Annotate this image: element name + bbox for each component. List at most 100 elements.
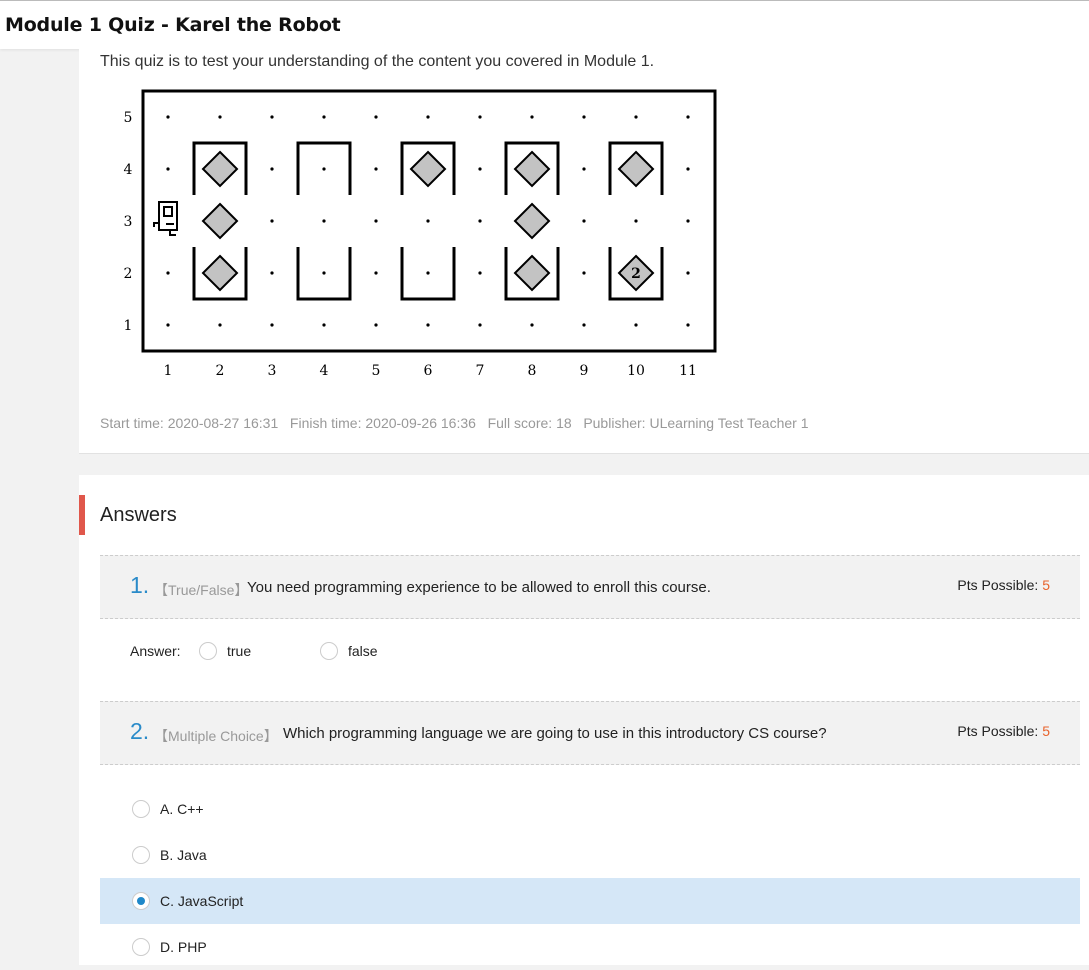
corner-dot: [634, 219, 638, 223]
row-label: 5: [124, 110, 133, 126]
column-label: 3: [268, 363, 277, 379]
question-type: 【True/False】: [154, 582, 249, 598]
robot-screen: [163, 206, 173, 217]
corner-dot: [582, 219, 586, 223]
full-score-label: Full score:: [487, 415, 553, 431]
points-possible: Pts Possible: 5: [957, 723, 1050, 739]
radio-option-b[interactable]: [132, 846, 150, 864]
corner-dot: [530, 323, 534, 327]
finish-time-value: 2020-09-26 16:36: [365, 415, 476, 431]
points-label: Pts Possible:: [957, 723, 1039, 739]
question-2-header: 2. 【Multiple Choice】 Which programming l…: [100, 701, 1080, 765]
top-bar: Module 1 Quiz - Karel the Robot: [0, 0, 1089, 49]
column-label: 11: [679, 363, 697, 379]
corner-dot: [478, 115, 482, 119]
option-d-label: D. PHP: [160, 939, 207, 955]
row-label: 2: [124, 266, 133, 282]
corner-dot: [478, 167, 482, 171]
option-row-b[interactable]: B. Java: [100, 832, 1080, 878]
beeper-count: 2: [631, 266, 641, 282]
points-value: 5: [1042, 577, 1050, 593]
beeper: [617, 150, 655, 188]
question-number: 1.: [130, 572, 150, 598]
corner-dot: [634, 323, 638, 327]
beeper: [201, 202, 239, 240]
answers-accent-bar: [79, 495, 85, 535]
option-row-a[interactable]: A. C++: [100, 786, 1080, 832]
column-label: 7: [476, 363, 485, 379]
corner-dot: [478, 323, 482, 327]
corner-dot: [270, 271, 274, 275]
corner-dot: [322, 271, 326, 275]
row-label: 4: [124, 162, 133, 178]
beeper: [201, 254, 239, 292]
corner-dot: [686, 115, 690, 119]
beeper: [201, 150, 239, 188]
column-label: 4: [320, 363, 329, 379]
quiz-description: This quiz is to test your understanding …: [100, 53, 655, 70]
column-label: 6: [424, 363, 433, 379]
column-label: 10: [627, 363, 645, 379]
beeper: [409, 150, 447, 188]
column-label: 5: [372, 363, 381, 379]
full-score-value: 18: [556, 415, 572, 431]
corner-dot: [426, 271, 430, 275]
corner-dot: [374, 167, 378, 171]
radio-option-a[interactable]: [132, 800, 150, 818]
column-label: 1: [164, 363, 173, 379]
corner-dot: [270, 219, 274, 223]
corner-dot: [166, 271, 170, 275]
start-time-value: 2020-08-27 16:31: [167, 415, 279, 431]
corner-dot: [582, 167, 586, 171]
option-true-label: true: [227, 643, 252, 659]
answers-heading: Answers: [100, 504, 177, 526]
corner-dot: [374, 115, 378, 119]
corner-dot: [426, 219, 430, 223]
corner-dot: [582, 115, 586, 119]
question-number: 2.: [130, 718, 150, 744]
corner-dot: [166, 323, 170, 327]
corner-dot: [686, 219, 690, 223]
karel-world-image: 21 2 3 4 5 6 7 8 9 10 1112345: [124, 89, 717, 379]
option-row-d[interactable]: D. PHP: [100, 924, 1080, 970]
corner-dot: [478, 219, 482, 223]
question-1-header: 1. 【True/False】 You need programming exp…: [100, 555, 1080, 619]
corner-dot: [374, 271, 378, 275]
finish-time-label: Finish time:: [289, 415, 362, 431]
question-text: Which programming language we are going …: [283, 725, 827, 742]
corner-dot: [686, 271, 690, 275]
start-time-label: Start time:: [100, 415, 164, 431]
points-possible: Pts Possible: 5: [957, 577, 1050, 593]
corner-dot: [166, 115, 170, 119]
radio-false[interactable]: [320, 642, 338, 660]
publisher-value: ULearning Test Teacher 1: [649, 415, 809, 431]
corner-dot: [270, 115, 274, 119]
radio-true[interactable]: [199, 642, 217, 660]
points-label: Pts Possible:: [957, 577, 1039, 593]
corner-dot: [686, 167, 690, 171]
radio-option-d[interactable]: [132, 938, 150, 956]
corner-dot: [530, 115, 534, 119]
option-b-label: B. Java: [160, 847, 207, 863]
option-row-c[interactable]: C. JavaScript: [100, 878, 1080, 924]
corner-dot: [270, 323, 274, 327]
points-value: 5: [1042, 723, 1050, 739]
corner-dot: [322, 115, 326, 119]
option-false-label: false: [348, 643, 378, 659]
corner-dot: [426, 115, 430, 119]
corner-dot: [166, 167, 170, 171]
corner-dot: [218, 115, 222, 119]
publisher-label: Publisher:: [583, 415, 646, 431]
column-label: 9: [580, 363, 589, 379]
corner-dot: [322, 167, 326, 171]
beeper: [513, 150, 551, 188]
question-type: 【Multiple Choice】: [154, 728, 278, 744]
corner-dot: [634, 115, 638, 119]
corner-dot: [582, 271, 586, 275]
corner-dot: [686, 323, 690, 327]
beeper: [513, 254, 551, 292]
corner-dot: [478, 271, 482, 275]
corner-dot: [426, 323, 430, 327]
radio-option-c[interactable]: [132, 892, 150, 910]
question-text: You need programming experience to be al…: [247, 579, 711, 596]
